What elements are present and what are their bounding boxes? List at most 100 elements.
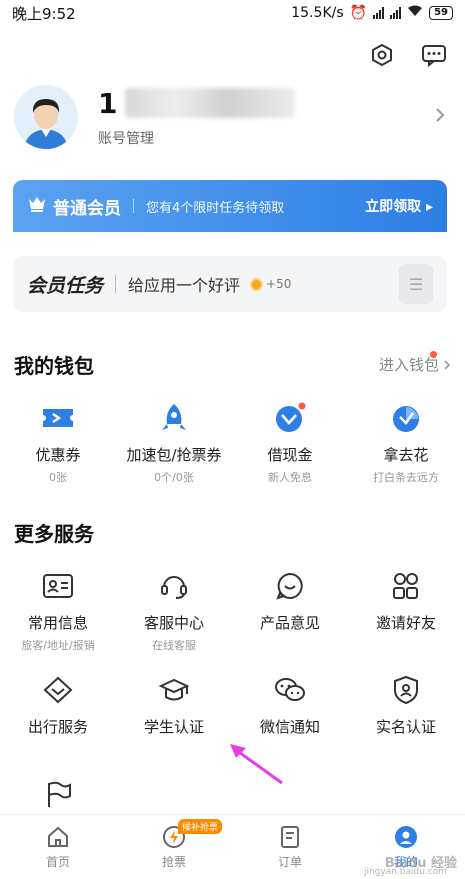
wallet-item-coupon[interactable]: 优惠券 0张 bbox=[0, 400, 116, 485]
service-label: 微信通知 bbox=[259, 718, 320, 736]
service-label: 产品意见 bbox=[259, 614, 320, 632]
order-icon bbox=[281, 826, 299, 848]
coin-icon bbox=[250, 277, 264, 291]
bottom-nav: 首页 候补抢票 抢票 订单 我的 Baidu 经验 jingyan.baidu.… bbox=[0, 814, 465, 879]
waitlist-badge: 候补抢票 bbox=[178, 819, 223, 834]
travel-icon bbox=[42, 672, 74, 708]
claim-now-button[interactable]: 立即领取 ▸ bbox=[365, 196, 433, 216]
feedback-icon bbox=[275, 568, 305, 604]
ticket-icon bbox=[41, 400, 75, 436]
user-name-redacted bbox=[125, 88, 296, 118]
wallet-item-label: 加速包/抢票券 bbox=[126, 446, 222, 464]
crown-icon bbox=[27, 195, 47, 217]
network-speed: 15.5K/s bbox=[291, 5, 344, 21]
credit-icon bbox=[389, 400, 423, 436]
wallet-title: 我的钱包 bbox=[14, 354, 94, 378]
service-label: 客服中心 bbox=[143, 614, 204, 632]
rocket-icon bbox=[159, 400, 189, 436]
top-actions bbox=[369, 42, 447, 68]
service-sub: 在线客服 bbox=[152, 639, 196, 652]
nav-home[interactable]: 首页 bbox=[0, 815, 116, 879]
chevron-right-icon bbox=[444, 359, 451, 370]
wifi-icon bbox=[407, 5, 423, 21]
service-wechat-notify[interactable]: 微信通知 bbox=[232, 672, 348, 737]
avatar[interactable] bbox=[14, 85, 78, 149]
service-invite-friends[interactable]: 邀请好友 bbox=[348, 568, 464, 653]
wallet-item-sub: 打白条去远方 bbox=[373, 471, 439, 484]
wallet-item-label: 拿去花 bbox=[383, 446, 429, 464]
wallet-header: 我的钱包 进入钱包 bbox=[14, 350, 451, 379]
task-list-icon[interactable]: ☰ bbox=[399, 264, 433, 304]
service-flag[interactable] bbox=[0, 776, 116, 812]
flag-icon bbox=[43, 776, 73, 812]
nav-label: 订单 bbox=[277, 855, 302, 869]
account-management-link[interactable]: 账号管理 bbox=[98, 128, 295, 148]
wallet-item-label: 优惠券 bbox=[35, 446, 81, 464]
service-sub: 旅客/地址/报销 bbox=[21, 639, 95, 652]
service-realname-verify[interactable]: 实名认证 bbox=[348, 672, 464, 737]
enter-wallet-label: 进入钱包 bbox=[378, 356, 439, 374]
service-label: 学生认证 bbox=[143, 718, 204, 736]
wallet-item-sub: 0张 bbox=[49, 471, 67, 484]
notification-dot bbox=[430, 351, 437, 358]
services-title: 更多服务 bbox=[14, 522, 94, 546]
graduation-cap-icon bbox=[158, 672, 190, 708]
services-header: 更多服务 bbox=[14, 518, 451, 547]
chevron-right-icon bbox=[434, 106, 446, 128]
signal-icon-2 bbox=[390, 7, 402, 19]
cash-icon bbox=[273, 400, 307, 436]
verify-icon bbox=[392, 672, 420, 708]
annotation-arrow-icon bbox=[230, 744, 283, 785]
vip-banner[interactable]: 普通会员 您有4个限时任务待领取 立即领取 ▸ bbox=[13, 180, 447, 232]
service-travel[interactable]: 出行服务 bbox=[0, 672, 116, 737]
signal-icon bbox=[373, 7, 385, 19]
status-bar: 晚上9:52 15.5K/s ⏰ 59 bbox=[0, 0, 465, 26]
service-label: 出行服务 bbox=[27, 718, 88, 736]
wallet-grid: 优惠券 0张 加速包/抢票券 0个/0张 借现金 新人免息 拿去花 打白条去远方 bbox=[0, 400, 465, 485]
member-task-title: 会员任务 bbox=[27, 274, 104, 297]
id-card-icon bbox=[42, 568, 74, 604]
profile-icon bbox=[395, 826, 417, 848]
service-label: 邀请好友 bbox=[375, 614, 436, 632]
services-row-2: 出行服务 学生认证 微信通知 实名认证 bbox=[0, 672, 465, 737]
battery-icon: 59 bbox=[429, 6, 453, 20]
status-time: 晚上9:52 bbox=[12, 4, 76, 23]
status-indicators: 15.5K/s ⏰ 59 bbox=[291, 5, 453, 21]
alarm-icon: ⏰ bbox=[349, 5, 368, 21]
wallet-item-credit[interactable]: 拿去花 打白条去远方 bbox=[348, 400, 464, 485]
task-points: +50 bbox=[250, 277, 291, 291]
service-student-verify[interactable]: 学生认证 bbox=[116, 672, 232, 737]
wechat-icon bbox=[273, 672, 307, 708]
task-points-value: +50 bbox=[266, 277, 292, 291]
enter-wallet-link[interactable]: 进入钱包 bbox=[378, 351, 451, 375]
home-icon bbox=[48, 826, 68, 847]
service-product-feedback[interactable]: 产品意见 bbox=[232, 568, 348, 653]
headset-icon bbox=[159, 568, 189, 604]
vip-divider bbox=[133, 199, 134, 213]
service-customer-center[interactable]: 客服中心 在线客服 bbox=[116, 568, 232, 653]
service-label: 实名认证 bbox=[375, 718, 436, 736]
user-name-visible: 1 bbox=[98, 86, 118, 120]
watermark-sub: jingyan.baidu.com bbox=[363, 867, 447, 877]
wallet-item-sub: 新人免息 bbox=[268, 471, 312, 484]
profile-header[interactable]: 1 账号管理 bbox=[14, 82, 454, 152]
vip-description: 您有4个限时任务待领取 bbox=[146, 200, 285, 216]
task-description: 给应用一个好评 bbox=[128, 276, 241, 295]
invite-icon bbox=[391, 568, 421, 604]
user-name: 1 bbox=[98, 86, 296, 120]
member-task-card[interactable]: 会员任务 给应用一个好评 +50 ☰ bbox=[13, 256, 447, 312]
nav-label: 抢票 bbox=[161, 855, 186, 869]
nav-grab-ticket[interactable]: 候补抢票 抢票 bbox=[116, 815, 232, 879]
vip-title: 普通会员 bbox=[53, 198, 121, 219]
settings-hex-icon[interactable] bbox=[369, 42, 395, 68]
service-common-info[interactable]: 常用信息 旅客/地址/报销 bbox=[0, 568, 116, 653]
wallet-item-sub: 0个/0张 bbox=[154, 471, 194, 484]
nav-label: 首页 bbox=[45, 855, 70, 869]
wallet-item-cash[interactable]: 借现金 新人免息 bbox=[232, 400, 348, 485]
task-divider bbox=[115, 275, 117, 293]
nav-orders[interactable]: 订单 bbox=[232, 815, 348, 879]
wallet-item-boost[interactable]: 加速包/抢票券 0个/0张 bbox=[116, 400, 232, 485]
wallet-item-label: 借现金 bbox=[267, 446, 313, 464]
message-icon[interactable] bbox=[421, 42, 447, 68]
service-label: 常用信息 bbox=[27, 614, 88, 632]
